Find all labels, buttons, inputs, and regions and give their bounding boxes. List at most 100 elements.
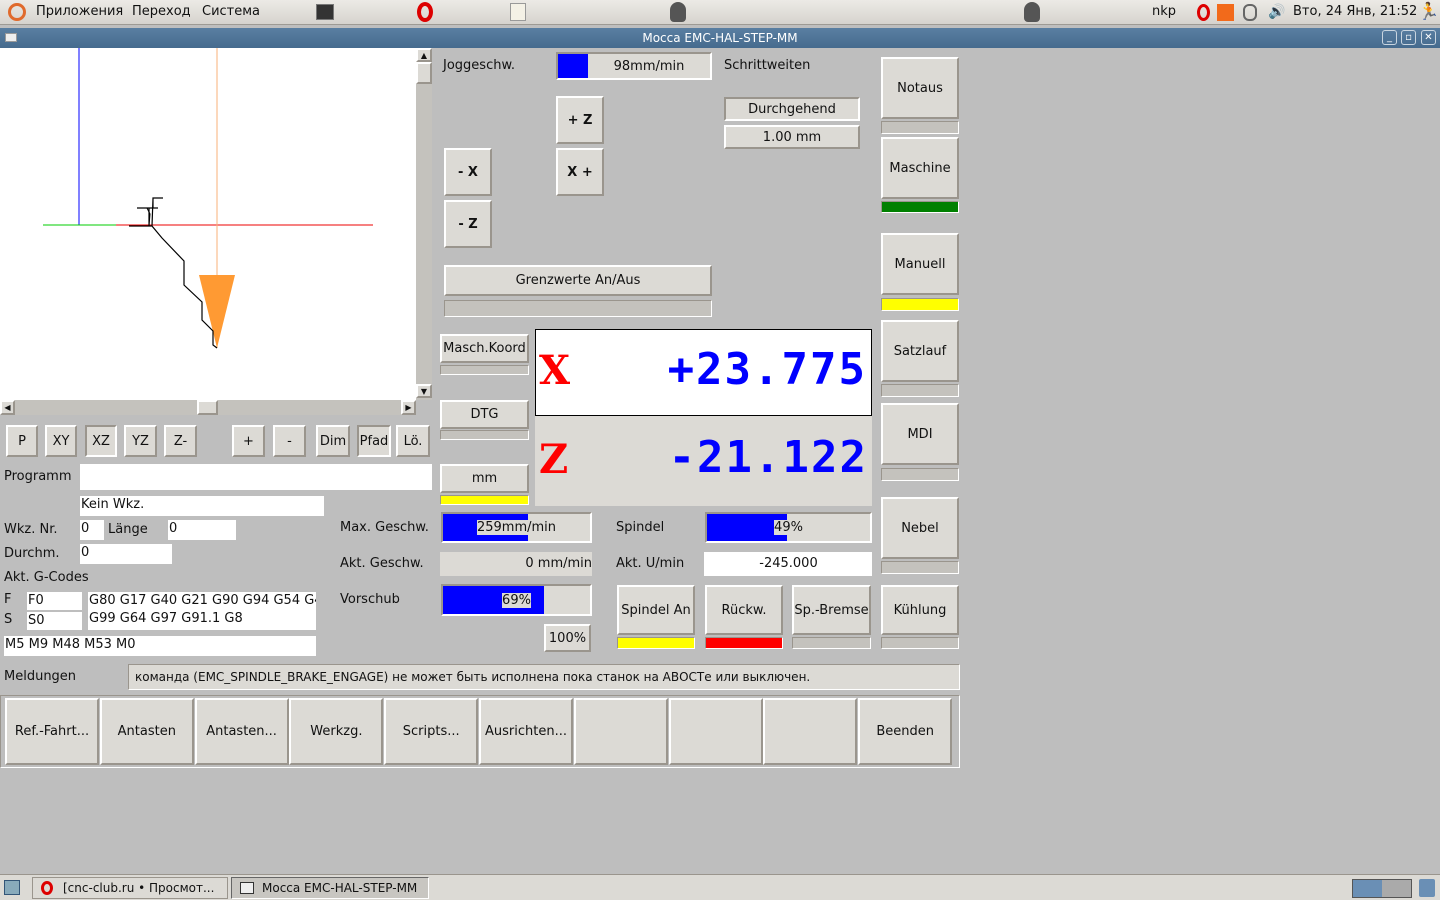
f-label: F xyxy=(4,592,12,607)
step-size-label: Schrittweiten xyxy=(724,58,811,73)
feed-override-label: Vorschub xyxy=(340,592,400,607)
x-axis-letter: X xyxy=(539,347,571,394)
path-button[interactable]: Pfad xyxy=(357,425,391,457)
feed-override-slider[interactable]: 69% xyxy=(441,584,592,616)
user-name[interactable]: nkp xyxy=(1152,4,1176,19)
tool-cone xyxy=(199,275,235,348)
scroll-thumb[interactable] xyxy=(197,400,218,415)
function-button-3[interactable]: Antasten... xyxy=(194,698,289,765)
spindle-override-slider[interactable]: 49% xyxy=(705,512,872,543)
spindle-on-button[interactable]: Spindel An xyxy=(617,585,695,635)
close-icon[interactable]: ✕ xyxy=(1421,30,1436,45)
spindle-override-value: 49% xyxy=(774,520,803,535)
mdi-mode-button[interactable]: MDI xyxy=(881,403,959,465)
function-button-9[interactable] xyxy=(763,698,858,765)
zoom-in-button[interactable]: + xyxy=(232,425,265,457)
penguin-icon[interactable] xyxy=(670,2,686,22)
spindle-reverse-button[interactable]: Rückw. xyxy=(705,585,783,635)
actual-speed-value: 0 mm/min xyxy=(440,552,592,576)
jog-x-plus-button[interactable]: X + xyxy=(556,148,604,196)
clear-button[interactable]: Lö. xyxy=(396,425,430,457)
scroll-thumb[interactable] xyxy=(416,62,432,84)
ubuntu-logo-icon[interactable] xyxy=(8,3,26,21)
z-position: -21.122 xyxy=(668,432,868,483)
view-xy-button[interactable]: XY xyxy=(45,425,77,457)
task-label: Mocca EMC-HAL-STEP-MM xyxy=(262,881,418,895)
dimensions-button[interactable]: Dim xyxy=(316,425,350,457)
penguin-icon[interactable] xyxy=(1024,2,1040,22)
trash-icon[interactable] xyxy=(1419,879,1435,897)
function-button-7[interactable] xyxy=(573,698,668,765)
function-button-5[interactable]: Scripts... xyxy=(384,698,479,765)
window-titlebar[interactable]: Mocca EMC-HAL-STEP-MM _ ▫ ✕ xyxy=(0,28,1440,48)
function-button-1[interactable]: Ref.-Fahrt... xyxy=(5,698,99,765)
minimize-icon[interactable]: _ xyxy=(1382,30,1397,45)
function-button-2[interactable]: Antasten xyxy=(99,698,194,765)
jog-speed-slider[interactable]: 98mm/min xyxy=(556,52,712,80)
jog-plus-z-button[interactable]: + Z xyxy=(556,96,604,144)
menu-applications[interactable]: Приложения xyxy=(36,4,123,19)
horizontal-scrollbar[interactable]: ◀ ▶ xyxy=(0,400,416,415)
scroll-right-button[interactable]: ▶ xyxy=(401,400,416,415)
view-yz-button[interactable]: YZ xyxy=(124,425,157,457)
machine-coords-button[interactable]: Masch.Koord xyxy=(440,334,529,363)
dtg-button[interactable]: DTG xyxy=(440,400,529,429)
mist-button[interactable]: Nebel xyxy=(881,497,959,559)
vertical-scrollbar[interactable]: ▲ ▼ xyxy=(416,48,432,400)
step-size-button[interactable]: 1.00 mm xyxy=(724,125,860,149)
jog-speed-label: Joggeschw. xyxy=(443,58,516,73)
function-button-4[interactable]: Werkzg. xyxy=(289,698,384,765)
spindle-reverse-indicator xyxy=(705,637,783,649)
scroll-up-button[interactable]: ▲ xyxy=(416,48,432,62)
estop-button[interactable]: Notaus xyxy=(881,57,959,119)
opera-tray-icon[interactable] xyxy=(1197,4,1210,21)
function-button-10[interactable]: Beenden xyxy=(858,698,953,765)
opera-icon[interactable] xyxy=(417,2,433,22)
mouse-icon[interactable] xyxy=(1243,4,1257,21)
show-desktop-icon[interactable] xyxy=(4,880,20,895)
max-speed-label: Max. Geschw. xyxy=(340,520,429,535)
taskbar-item-mocca[interactable]: Mocca EMC-HAL-STEP-MM xyxy=(231,877,429,899)
text-editor-icon[interactable] xyxy=(510,3,526,21)
units-indicator xyxy=(440,495,529,505)
opera-icon xyxy=(41,881,53,895)
function-button-8[interactable] xyxy=(668,698,763,765)
taskbar-item-browser[interactable]: [cnc-club.ru • Просмот... xyxy=(32,877,228,899)
window-menu-icon[interactable] xyxy=(5,33,17,42)
max-speed-slider[interactable]: 259mm/min xyxy=(441,512,592,543)
view-p-button[interactable]: P xyxy=(6,425,38,457)
limits-toggle-button[interactable]: Grenzwerte An/Aus xyxy=(444,265,712,296)
running-man-icon[interactable]: 🏃 xyxy=(1418,2,1439,22)
clock[interactable]: Вто, 24 Янв, 21:52 xyxy=(1293,4,1417,19)
dro-z: Z -21.122 xyxy=(535,416,872,506)
limits-indicator xyxy=(444,300,712,317)
feed-reset-button[interactable]: 100% xyxy=(544,624,591,652)
scroll-left-button[interactable]: ◀ xyxy=(0,400,15,415)
function-button-bar: Ref.-Fahrt... Antasten Antasten... Werkzg. S… xyxy=(0,695,960,768)
machine-power-button[interactable]: Maschine xyxy=(881,137,959,199)
coolant-button[interactable]: Kühlung xyxy=(881,585,959,635)
notification-icon[interactable] xyxy=(1217,4,1234,21)
scroll-down-button[interactable]: ▼ xyxy=(416,384,432,398)
view-xz-button[interactable]: XZ xyxy=(85,425,117,457)
function-button-6[interactable]: Ausrichten... xyxy=(479,698,573,765)
manual-mode-button[interactable]: Manuell xyxy=(881,233,959,295)
menu-system[interactable]: Система xyxy=(202,4,260,19)
volume-icon[interactable]: 🔊 xyxy=(1268,4,1285,20)
zoom-out-button[interactable]: - xyxy=(273,425,306,457)
z-axis-letter: Z xyxy=(539,436,569,483)
toolpath-preview[interactable] xyxy=(0,48,416,400)
units-button[interactable]: mm xyxy=(440,464,529,493)
auto-mode-button[interactable]: Satzlauf xyxy=(881,320,959,382)
terminal-icon[interactable] xyxy=(316,4,334,20)
continuous-step-button[interactable]: Durchgehend xyxy=(724,97,860,121)
maximize-icon[interactable]: ▫ xyxy=(1401,30,1416,45)
menu-places[interactable]: Переход xyxy=(132,4,191,19)
jog-minus-z-button[interactable]: - Z xyxy=(444,200,492,248)
view-z-minus-button[interactable]: Z- xyxy=(164,425,197,457)
spindle-brake-button[interactable]: Sp.-Bremse xyxy=(792,585,871,635)
jog-minus-x-button[interactable]: - X xyxy=(444,148,492,196)
mcodes-field: M5 M9 M48 M53 M0 xyxy=(4,636,316,656)
workspace-switcher[interactable] xyxy=(1352,879,1412,898)
dro-x: X +23.775 xyxy=(535,329,872,416)
